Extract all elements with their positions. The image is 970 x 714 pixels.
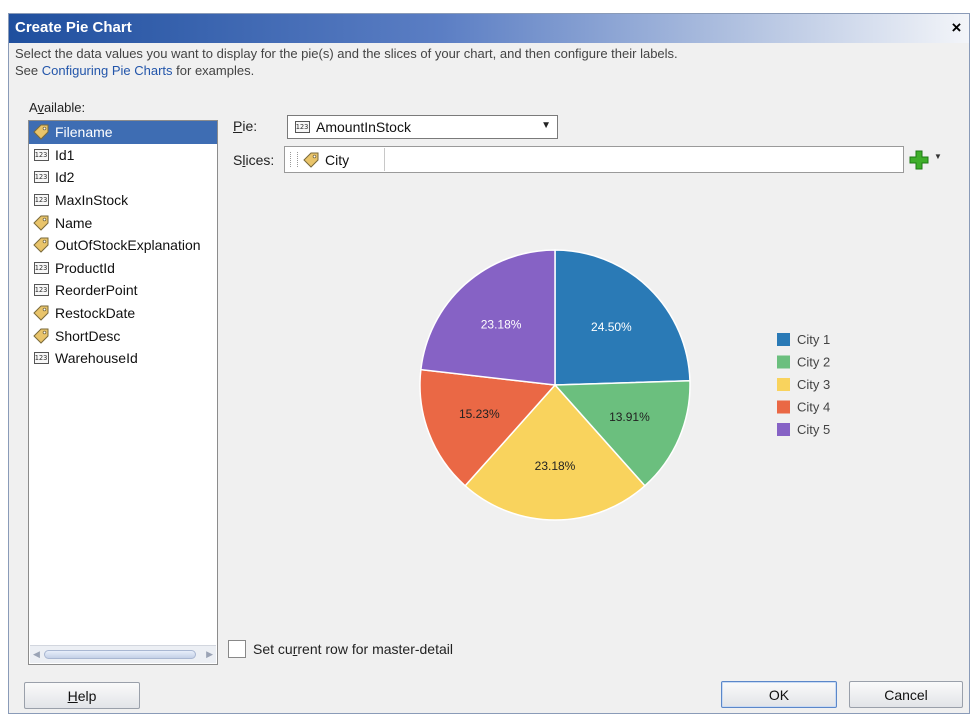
legend-swatch (777, 355, 790, 369)
help-rest: elp (77, 687, 97, 704)
legend-label: City 3 (797, 377, 830, 392)
scroll-left-icon[interactable]: ◀ (33, 649, 40, 660)
number-icon: 123 (33, 148, 49, 161)
instructions-tail: for examples. (172, 63, 255, 78)
tag-icon (32, 305, 50, 321)
master-detail-label: Set current row for master-detail (253, 641, 453, 657)
list-item-label: ReorderPoint (55, 282, 138, 299)
list-item[interactable]: 123 Id1 (29, 144, 217, 167)
help-button[interactable]: Help (24, 682, 140, 709)
dialog-title: Create Pie Chart (15, 19, 132, 36)
pie-slice-label: 15.23% (459, 407, 500, 421)
tag-icon (302, 152, 320, 168)
list-item-label: Id2 (55, 169, 75, 186)
tag-icon (32, 124, 50, 141)
slices-field[interactable]: City (284, 146, 904, 173)
horizontal-scrollbar[interactable]: ◀ ▶ (30, 645, 216, 663)
list-item-label: WarehouseId (55, 350, 138, 367)
slices-label-rest: ices: (245, 152, 275, 168)
master-detail-option[interactable]: Set current row for master-detail (228, 640, 453, 658)
cancel-label: Cancel (884, 686, 928, 703)
available-label: Available: (29, 100, 85, 115)
title-bar[interactable]: Create Pie Chart × (9, 14, 969, 43)
list-item-label: RestockDate (55, 305, 136, 322)
ok-label: OK (768, 686, 790, 703)
slice-chip-label: City (325, 151, 350, 168)
master-detail-checkbox[interactable] (228, 640, 246, 658)
pie-label-access: P (233, 118, 243, 134)
legend-swatch (777, 378, 790, 391)
tag-icon (32, 237, 50, 253)
pie-slice-label: 23.18% (481, 318, 522, 332)
legend-label: City 1 (797, 332, 830, 347)
list-item-label: OutOfStockExplanation (55, 237, 201, 254)
number-icon: 123 (33, 171, 49, 184)
slices-label-s: S (233, 152, 243, 168)
number-icon: 123 (33, 261, 49, 274)
legend-swatch (777, 400, 790, 414)
pie-chart: 24.50% 13.91% 23.18% 15.23% 23.18% City 1 City… (419, 249, 830, 521)
pie-slice-label: 24.50% (591, 320, 632, 334)
list-item-label: Filename (55, 124, 113, 141)
md-post: rent row for master-detail (297, 641, 453, 657)
pie-slice-label: 23.18% (535, 459, 576, 473)
instructions: Select the data values you want to displ… (15, 45, 678, 79)
list-item[interactable]: 123 MaxInStock (29, 189, 217, 212)
scrollbar-thumb[interactable] (44, 650, 196, 659)
list-item[interactable]: 123 ProductId (29, 257, 217, 280)
pie-dropdown-value: AmountInStock (316, 119, 411, 135)
available-list-items: Filename 123 Id1 123 Id2 123 MaxInStock Name Out… (29, 121, 217, 641)
instructions-see: See (15, 63, 42, 78)
instructions-line1: Select the data values you want to displ… (15, 46, 678, 61)
number-icon: 123 (33, 194, 49, 207)
list-item[interactable]: 123 ReorderPoint (29, 279, 217, 302)
tag-icon (32, 328, 50, 344)
cancel-button[interactable]: Cancel (849, 681, 963, 708)
list-item-label: ShortDesc (55, 327, 121, 344)
add-dropdown-icon[interactable]: ▼ (934, 152, 942, 161)
legend-label: City 5 (797, 422, 830, 437)
number-icon: 123 (33, 352, 49, 365)
list-item-label: Id1 (55, 146, 75, 163)
pie-label-rest: ie: (242, 118, 258, 134)
list-item-label: MaxInStock (55, 192, 129, 209)
tag-icon (32, 215, 50, 231)
list-item-label: ProductId (55, 259, 115, 276)
drag-handle-icon[interactable] (290, 152, 298, 167)
scroll-right-icon[interactable]: ▶ (206, 649, 213, 660)
chevron-down-icon: ▼ (541, 120, 551, 131)
md-pre: Set cu (253, 641, 293, 657)
pie-slice-label: 13.91% (609, 410, 650, 424)
available-label-rest: ailable: (43, 100, 86, 115)
legend-swatch (777, 333, 790, 346)
close-icon[interactable]: × (946, 18, 967, 38)
list-item[interactable]: ShortDesc (29, 324, 217, 347)
list-item-label: Name (55, 214, 93, 231)
instructions-line2: See Configuring Pie Charts for examples. (15, 62, 678, 79)
slice-chip-city[interactable]: City (288, 148, 385, 171)
pie-dropdown[interactable]: 123 AmountInStock ▼ (287, 115, 558, 139)
list-item[interactable]: 123 Id2 (29, 166, 217, 189)
configuring-pie-charts-link[interactable]: Configuring Pie Charts (42, 63, 173, 78)
legend-swatch (777, 423, 790, 436)
available-list[interactable]: Filename 123 Id1 123 Id2 123 MaxInStock Name Out… (28, 120, 218, 665)
list-item[interactable]: RestockDate (29, 302, 217, 325)
legend-label: City 4 (797, 400, 830, 415)
pie-label: Pie: (233, 118, 257, 134)
slices-label: Slices: (233, 152, 274, 168)
list-item[interactable]: OutOfStockExplanation (29, 234, 217, 257)
list-item[interactable]: 123 WarehouseId (29, 347, 217, 370)
ok-button[interactable]: OK (721, 681, 837, 708)
list-item[interactable]: Filename (29, 121, 217, 144)
legend-label: City 2 (797, 355, 830, 370)
pie-slice (554, 249, 691, 386)
number-icon: 123 (294, 121, 310, 133)
list-item[interactable]: Name (29, 211, 217, 234)
add-icon[interactable] (908, 149, 930, 176)
help-access: H (67, 687, 78, 704)
number-icon: 123 (33, 284, 49, 297)
